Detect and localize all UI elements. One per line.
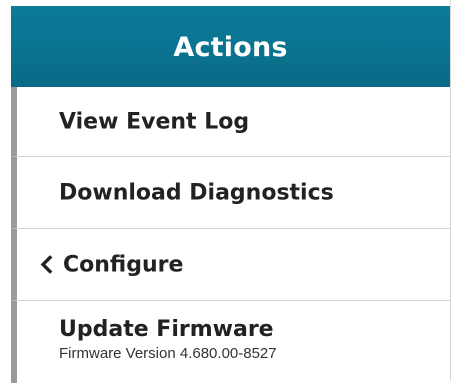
actions-panel: Actions View Event Log Download Diagnost… (11, 0, 451, 383)
action-label: View Event Log (59, 109, 250, 134)
update-firmware-button[interactable]: Update Firmware Firmware Version 4.680.0… (11, 301, 450, 383)
actions-panel-header: Actions (11, 6, 450, 87)
action-label: Update Firmware (59, 317, 274, 342)
download-diagnostics-button[interactable]: Download Diagnostics (11, 157, 450, 229)
action-label: Download Diagnostics (59, 180, 334, 205)
action-label: Configure (63, 252, 184, 277)
panel-title: Actions (173, 32, 288, 63)
update-firmware-text: Update Firmware Firmware Version 4.680.0… (59, 317, 277, 364)
configure-label-group: Configure (39, 252, 183, 277)
configure-button[interactable]: Configure (11, 229, 450, 301)
action-list: View Event Log Download Diagnostics Conf… (11, 87, 450, 383)
chevron-left-icon (40, 255, 53, 274)
firmware-version-text: Firmware Version 4.680.00-8527 (59, 345, 277, 362)
view-event-log-button[interactable]: View Event Log (11, 87, 450, 157)
